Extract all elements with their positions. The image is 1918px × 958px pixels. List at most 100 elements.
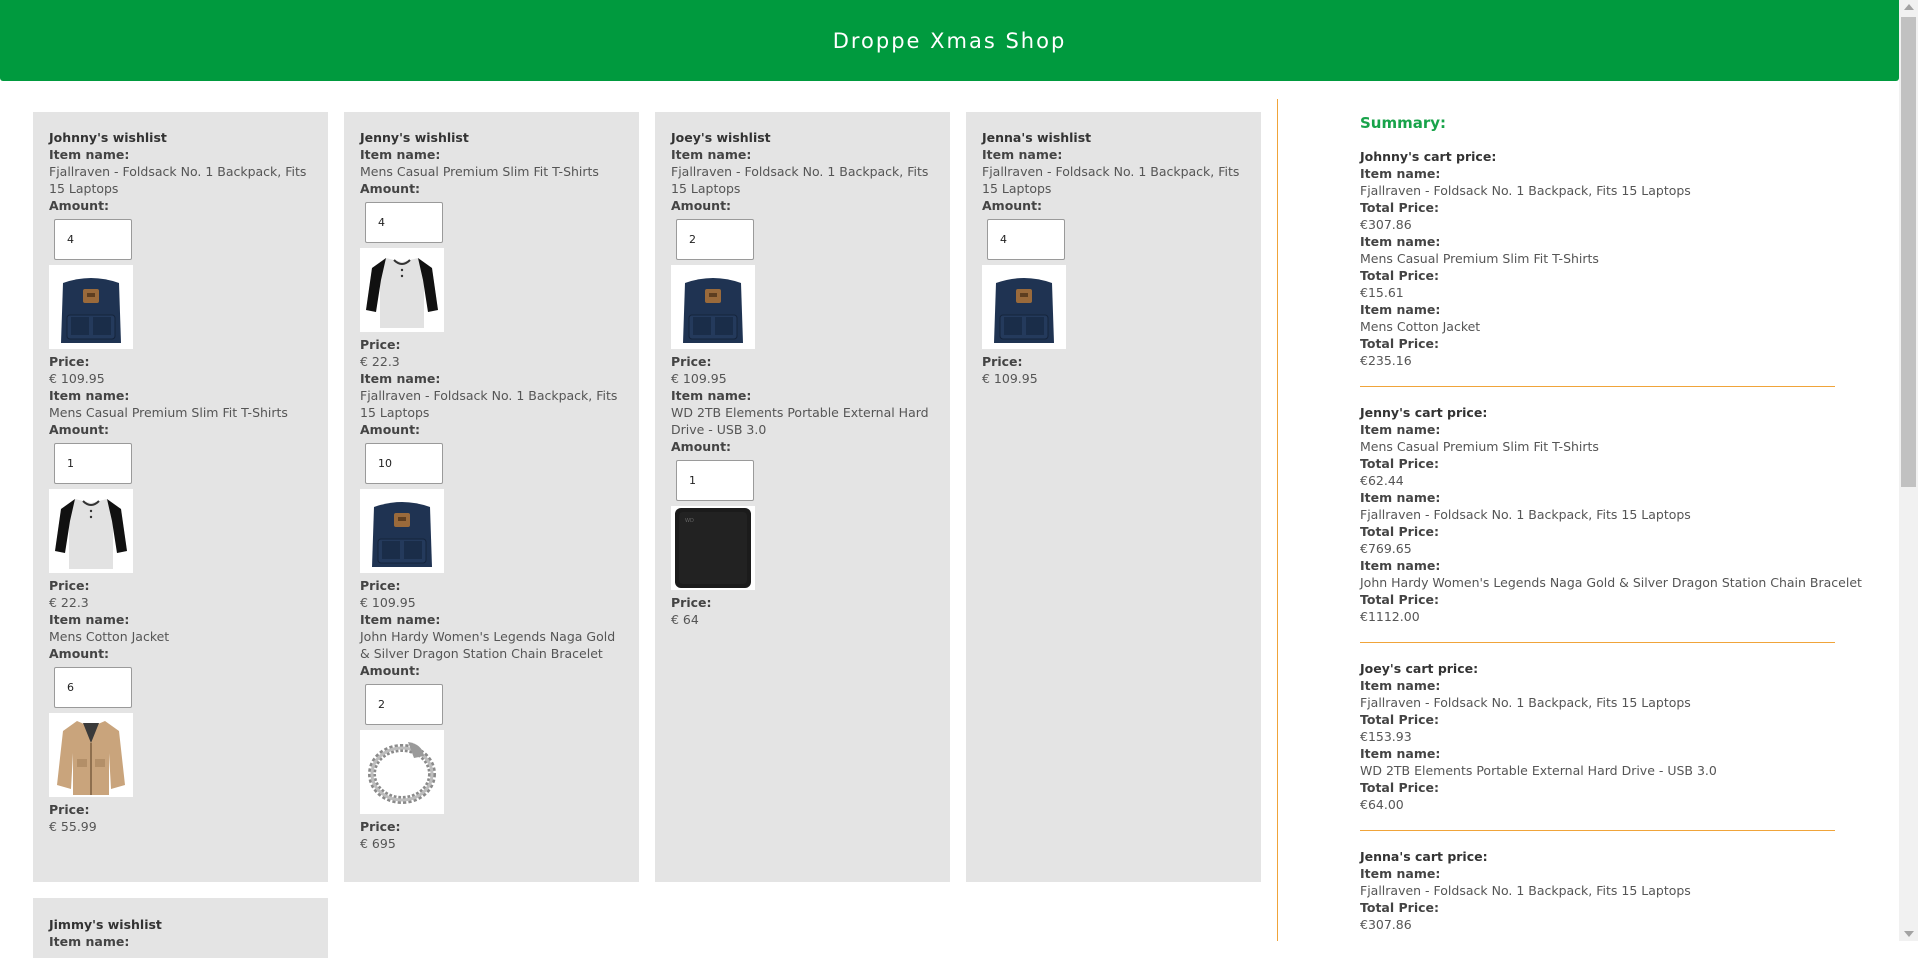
total-price: €64.00 (1360, 797, 1404, 812)
amount-input[interactable] (54, 667, 132, 708)
item-name-label: Item name: (49, 934, 130, 949)
amount-label: Amount: (360, 181, 421, 196)
page-scrollbar[interactable] (1899, 0, 1918, 941)
wishlist-title: Jimmy's wishlist (49, 917, 162, 932)
item-name-label: Item name: (1360, 866, 1441, 881)
item-name-label: Item name: (1360, 422, 1441, 437)
amount-label: Amount: (671, 198, 732, 213)
item-name: Fjallraven - Foldsack No. 1 Backpack, Fi… (1360, 183, 1691, 198)
total-price: €307.86 (1360, 917, 1412, 932)
total-price-label: Total Price: (1360, 900, 1439, 915)
item-name: Mens Casual Premium Slim Fit T-Shirts (360, 164, 599, 179)
amount-label: Amount: (360, 422, 421, 437)
cart-divider (1360, 386, 1835, 387)
item-name-label: Item name: (360, 612, 441, 627)
total-price-label: Total Price: (1360, 268, 1439, 283)
item-name: Fjallraven - Foldsack No. 1 Backpack, Fi… (49, 164, 307, 196)
amount-input[interactable] (54, 443, 132, 484)
item-name: John Hardy Women's Legends Naga Gold & S… (360, 629, 616, 661)
item-name-label: Item name: (1360, 746, 1441, 761)
item-name: Fjallraven - Foldsack No. 1 Backpack, Fi… (1360, 695, 1691, 710)
item-name: Mens Casual Premium Slim Fit T-Shirts (1360, 439, 1599, 454)
cart-divider (1360, 642, 1835, 643)
tshirt-image (49, 489, 133, 573)
item-price: € 695 (360, 836, 396, 851)
tshirt-image (360, 248, 444, 332)
item-name: Fjallraven - Foldsack No. 1 Backpack, Fi… (671, 164, 929, 196)
price-label: Price: (671, 595, 712, 610)
amount-input[interactable] (365, 443, 443, 484)
total-price: €769.65 (1360, 541, 1412, 556)
price-label: Price: (360, 578, 401, 593)
wishlist-title: Johnny's wishlist (49, 130, 167, 145)
scroll-up-icon[interactable] (1904, 4, 1914, 10)
hard-drive-image: WD (671, 506, 755, 590)
scroll-down-icon[interactable] (1904, 931, 1914, 937)
item-name-label: Item name: (49, 147, 130, 162)
amount-input[interactable] (987, 219, 1065, 260)
amount-label: Amount: (360, 663, 421, 678)
amount-input[interactable] (365, 202, 443, 243)
total-price: €15.61 (1360, 285, 1404, 300)
item-name-label: Item name: (1360, 490, 1441, 505)
item-name: Mens Casual Premium Slim Fit T-Shirts (49, 405, 288, 420)
amount-label: Amount: (671, 439, 732, 454)
price-label: Price: (49, 354, 90, 369)
item-name-label: Item name: (671, 388, 752, 403)
wishlist-card-jenny: Jenny's wishlist Item name: Mens Casual … (344, 112, 639, 882)
amount-input[interactable] (54, 219, 132, 260)
item-price: € 64 (671, 612, 699, 627)
price-label: Price: (982, 354, 1023, 369)
item-name-label: Item name: (1360, 166, 1441, 181)
amount-input[interactable] (676, 219, 754, 260)
price-label: Price: (360, 337, 401, 352)
cart-summary-jenny: Jenny's cart price: Item name: Mens Casu… (1360, 404, 1862, 643)
item-name-label: Item name: (49, 612, 130, 627)
item-name-label: Item name: (360, 371, 441, 386)
amount-input[interactable] (676, 460, 754, 501)
amount-input[interactable] (365, 684, 443, 725)
item-price: € 109.95 (671, 371, 727, 386)
backpack-image (49, 265, 133, 349)
price-label: Price: (360, 819, 401, 834)
item-price: € 109.95 (360, 595, 416, 610)
item-name-label: Item name: (982, 147, 1063, 162)
price-label: Price: (49, 578, 90, 593)
cart-title: Jenny's cart price: (1360, 405, 1488, 420)
summary-panel: Summary: Johnny's cart price: Item name:… (1360, 114, 1862, 946)
column-divider (1277, 99, 1278, 941)
amount-label: Amount: (49, 198, 110, 213)
total-price: €62.44 (1360, 473, 1404, 488)
price-label: Price: (671, 354, 712, 369)
backpack-image (360, 489, 444, 573)
item-price: € 55.99 (49, 819, 97, 834)
item-name: Fjallraven - Foldsack No. 1 Backpack, Fi… (360, 388, 618, 420)
wishlist-title: Jenny's wishlist (360, 130, 469, 145)
amount-label: Amount: (49, 646, 110, 661)
item-name: Mens Cotton Jacket (49, 629, 170, 644)
summary-title: Summary: (1360, 114, 1447, 132)
item-name-label: Item name: (360, 147, 441, 162)
item-price: € 22.3 (49, 595, 89, 610)
item-price: € 109.95 (49, 371, 105, 386)
total-price: €235.16 (1360, 353, 1412, 368)
total-price-label: Total Price: (1360, 336, 1439, 351)
item-price: € 109.95 (982, 371, 1038, 386)
total-price: €307.86 (1360, 217, 1412, 232)
total-price: €153.93 (1360, 729, 1412, 744)
total-price: €1112.00 (1360, 609, 1420, 624)
backpack-image (982, 265, 1066, 349)
item-name-label: Item name: (49, 388, 130, 403)
cart-title: Johnny's cart price: (1360, 149, 1497, 164)
item-name: Fjallraven - Foldsack No. 1 Backpack, Fi… (1360, 883, 1691, 898)
item-name: Fjallraven - Foldsack No. 1 Backpack, Fi… (1360, 507, 1691, 522)
cart-summary-jenna: Jenna's cart price: Item name: Fjallrave… (1360, 848, 1835, 933)
item-name-label: Item name: (1360, 234, 1441, 249)
item-price: € 22.3 (360, 354, 400, 369)
total-price-label: Total Price: (1360, 780, 1439, 795)
total-price-label: Total Price: (1360, 200, 1439, 215)
scroll-thumb[interactable] (1901, 17, 1916, 487)
jacket-image (49, 713, 133, 797)
cart-summary-joey: Joey's cart price: Item name: Fjallraven… (1360, 660, 1835, 831)
item-name: Fjallraven - Foldsack No. 1 Backpack, Fi… (982, 164, 1240, 196)
